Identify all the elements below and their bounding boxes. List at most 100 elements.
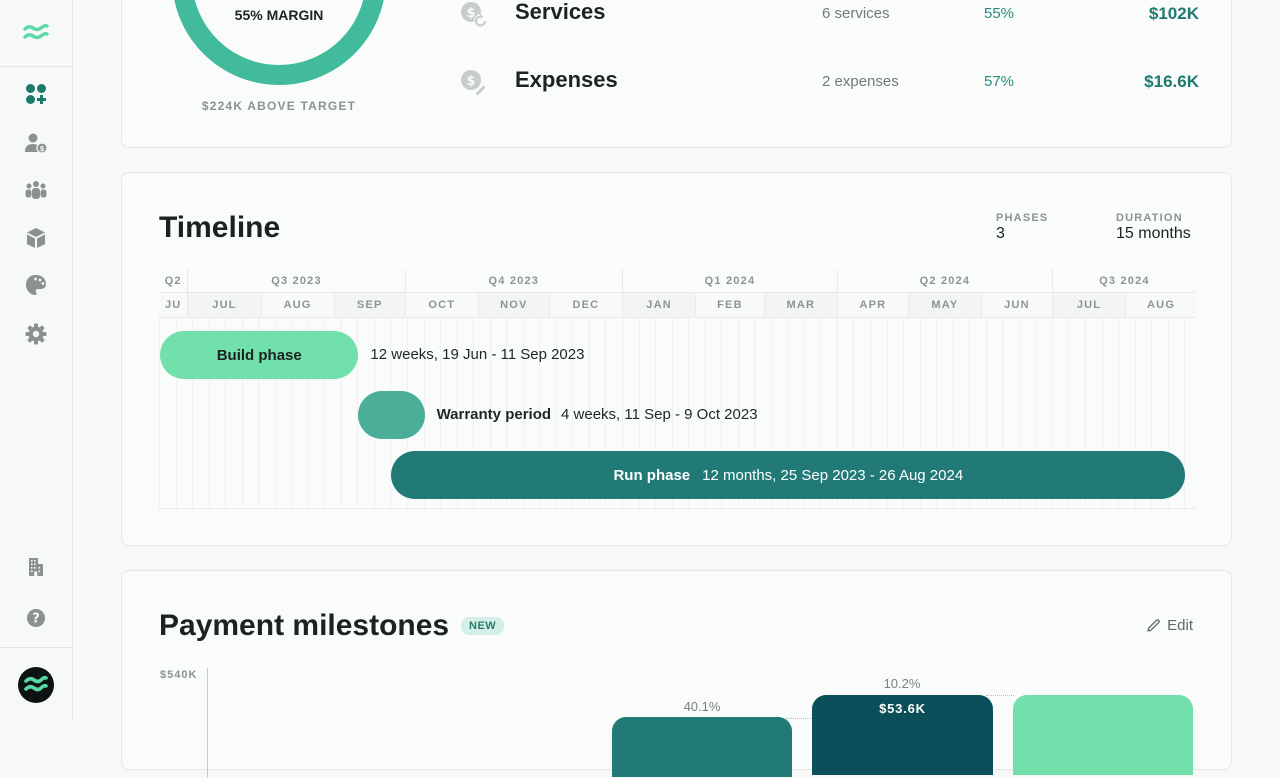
month-header-cell: SEP — [333, 293, 405, 317]
phase-detail: 12 weeks, 19 Jun - 11 Sep 2023 — [370, 346, 585, 363]
duration-stat: DURATION 15 months — [1116, 212, 1191, 243]
phases-stat: PHASES 3 — [996, 212, 1048, 243]
sidebar-item-products[interactable] — [16, 220, 56, 256]
sidebar-item-dashboard[interactable] — [16, 76, 56, 112]
gantt-chart: Q2 Q3 2023 Q4 2023 Q1 2024 Q2 2024 Q3 2024 JU… — [159, 269, 1196, 509]
month-header-cell: NOV — [477, 293, 549, 317]
dollar-recurring-icon: $ — [461, 2, 488, 28]
summary-row-count: 6 services — [822, 5, 890, 22]
cube-icon — [27, 228, 45, 248]
quarter-header-cell: Q1 2024 — [621, 269, 837, 292]
stat-label: PHASES — [996, 212, 1049, 224]
quarter-header-row: Q2 Q3 2023 Q4 2023 Q1 2024 Q2 2024 Q3 2024 — [159, 269, 1196, 293]
milestone-bar[interactable] — [1013, 695, 1193, 775]
milestone-connector — [786, 718, 814, 719]
help-icon: ? — [27, 609, 45, 627]
month-header-cell: JU — [159, 293, 188, 317]
margin-label: 55% MARGIN — [234, 7, 324, 23]
month-header-cell: JUN — [981, 293, 1052, 317]
user-dollar-icon: $ — [25, 133, 48, 154]
edit-label: Edit — [1167, 617, 1193, 634]
quarter-header-cell: Q3 2024 — [1051, 269, 1196, 292]
svg-text:$: $ — [40, 145, 45, 153]
month-header-cell: FEB — [695, 293, 764, 317]
phase-detail: 12 months, 25 Sep 2023 - 26 Aug 2024 — [702, 466, 964, 484]
phase-bar-run[interactable]: Run phase 12 months, 25 Sep 2023 - 26 Au… — [391, 451, 1186, 499]
apps-add-icon — [26, 84, 46, 104]
summary-row-value: $102K — [1148, 4, 1199, 23]
milestone-percent: 40.1% — [683, 699, 721, 714]
month-header-cell: AUG — [260, 293, 334, 317]
sidebar: $ ? — [0, 0, 73, 720]
summary-row-name: Expenses — [515, 67, 618, 92]
sidebar-item-settings[interactable] — [16, 316, 56, 352]
month-header-cell: AUG — [1125, 293, 1196, 317]
milestone-bar[interactable]: $53.6K — [812, 695, 993, 775]
quarter-header-cell: Q4 2023 — [404, 269, 622, 292]
wave-avatar-icon — [24, 675, 48, 692]
month-header-cell: DEC — [548, 293, 622, 317]
phase-detail: 4 weeks, 11 Sep - 9 Oct 2023 — [561, 406, 758, 423]
pencil-icon — [1147, 619, 1160, 632]
stat-label: DURATION — [1116, 212, 1183, 224]
month-header-cell: JUL — [187, 293, 261, 317]
milestone-connector — [986, 695, 1014, 696]
team-icon — [25, 181, 47, 199]
summary-row-count: 2 expenses — [822, 73, 899, 90]
phase-name: Warranty period — [436, 406, 552, 423]
phase-bar-build[interactable]: Build phase — [160, 331, 359, 379]
phase-name: Run phase — [613, 466, 691, 484]
summary-row-percent: 55% — [983, 5, 1015, 22]
milestone-bar[interactable] — [612, 717, 792, 777]
new-badge: NEW — [461, 617, 505, 635]
sidebar-item-company[interactable] — [16, 549, 56, 585]
month-header-cell: OCT — [404, 293, 478, 317]
quarter-header-cell: Q3 2023 — [187, 269, 404, 292]
milestone-value: $53.6K — [879, 701, 926, 716]
svg-text:?: ? — [32, 612, 40, 627]
summary-row-name: Services — [515, 0, 606, 24]
quarter-header-cell: Q2 — [164, 274, 182, 287]
y-axis-line — [207, 668, 208, 778]
summary-row-expenses[interactable]: $ Expenses 2 expenses 57% $16.6K — [459, 67, 1199, 97]
month-header-cell: MAY — [907, 293, 982, 317]
above-target-label: $224K ABOVE TARGET — [201, 99, 357, 113]
wave-logo-icon — [23, 24, 49, 40]
summary-row-percent: 57% — [983, 73, 1015, 90]
summary-row-value: $16.6K — [1144, 72, 1199, 91]
phase-name: Build phase — [216, 346, 302, 364]
palette-icon — [26, 275, 46, 295]
milestone-percent: 10.2% — [883, 676, 921, 691]
sidebar-item-team[interactable] — [16, 172, 56, 208]
stat-value: 15 months — [1116, 225, 1191, 242]
timeline-card: Timeline PHASES 3 DURATION 15 months Q2 Q… — [121, 172, 1232, 546]
payment-milestones-title: Payment milestones — [159, 609, 450, 642]
month-header-cell: MAR — [763, 293, 837, 317]
financial-summary-card: 55% MARGIN $224K ABOVE TARGET $ Services… — [121, 0, 1232, 148]
month-header-cell: JUL — [1051, 293, 1126, 317]
phase-bar-warranty[interactable] — [358, 391, 425, 439]
sidebar-divider — [0, 647, 72, 648]
quarter-header-cell: Q2 2024 — [836, 269, 1052, 292]
avatar[interactable] — [18, 667, 54, 703]
sidebar-item-help[interactable]: ? — [16, 600, 56, 636]
month-header-cell: APR — [836, 293, 908, 317]
building-icon — [29, 558, 43, 576]
sidebar-item-clients[interactable]: $ — [16, 125, 56, 161]
phase-label-warranty: Warranty period 4 weeks, 11 Sep - 9 Oct 2… — [437, 406, 758, 423]
sidebar-item-branding[interactable] — [16, 267, 56, 303]
gear-icon — [25, 323, 47, 345]
svg-text:$: $ — [466, 74, 475, 89]
edit-button[interactable]: Edit — [1146, 617, 1193, 634]
timeline-title: Timeline — [159, 211, 281, 244]
week-gridline — [159, 318, 160, 508]
month-header-cell: JAN — [621, 293, 696, 317]
svg-text:$: $ — [466, 6, 475, 21]
payment-milestones-card: Payment milestones NEW Edit $540K 40.1% … — [121, 570, 1232, 778]
dollar-edit-icon: $ — [461, 70, 487, 97]
y-axis-max-label: $540K — [160, 669, 198, 681]
month-header-row: JU JUL AUG SEP OCT NOV DEC JAN FEB MAR APR MAY JUN JU… — [159, 293, 1196, 318]
summary-row-services[interactable]: $ Services 6 services 55% $102K — [459, 0, 1199, 29]
stat-value: 3 — [996, 225, 1005, 242]
app-logo[interactable] — [0, 0, 72, 67]
